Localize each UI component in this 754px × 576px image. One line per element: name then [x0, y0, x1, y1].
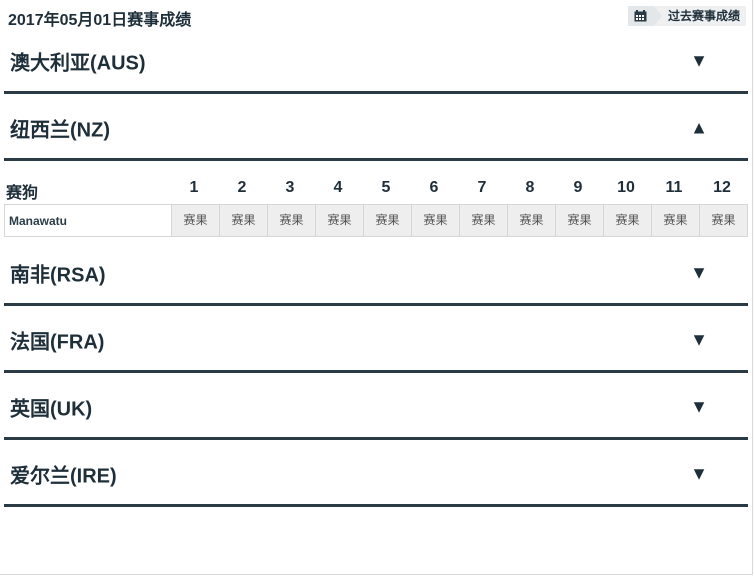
history-results-label: 过去赛事成绩: [653, 6, 746, 26]
country-row-fra[interactable]: 法国(FRA) ▼: [4, 309, 748, 373]
race-number: 11: [665, 179, 683, 196]
result-link[interactable]: 赛果: [411, 205, 459, 236]
country-name: 爱尔兰(IRE): [10, 465, 117, 487]
country-row-uk[interactable]: 英国(UK) ▼: [4, 376, 748, 440]
chevron-down-icon[interactable]: ▼: [690, 329, 708, 350]
chevron-up-icon[interactable]: ▲: [690, 117, 708, 138]
race-table-header: 赛狗 1 2 3 4 5 6 7 8 9 10 11 12: [4, 172, 748, 204]
history-results-button[interactable]: 过去赛事成绩: [627, 6, 746, 26]
result-link[interactable]: 赛果: [267, 205, 315, 236]
country-row-rsa[interactable]: 南非(RSA) ▼: [4, 242, 748, 306]
country-name: 法国(FRA): [10, 331, 105, 353]
country-row-ire[interactable]: 爱尔兰(IRE) ▼: [4, 443, 748, 507]
race-number: 2: [237, 179, 247, 196]
race-table-label: 赛狗: [6, 185, 39, 202]
race-number: 12: [713, 179, 731, 196]
calendar-icon: [627, 6, 662, 26]
track-name: Manawatu: [9, 214, 68, 228]
race-number: 7: [477, 179, 487, 196]
chevron-down-icon[interactable]: ▼: [690, 463, 708, 484]
chevron-down-icon[interactable]: ▼: [690, 262, 708, 283]
result-link[interactable]: 赛果: [651, 205, 699, 236]
result-link[interactable]: 赛果: [315, 205, 363, 236]
race-number: 5: [381, 179, 391, 196]
result-link[interactable]: 赛果: [555, 205, 603, 236]
result-link[interactable]: 赛果: [507, 205, 555, 236]
result-link[interactable]: 赛果: [699, 205, 747, 236]
result-link[interactable]: 赛果: [459, 205, 507, 236]
race-number: 9: [573, 179, 583, 196]
country-name: 英国(UK): [10, 398, 93, 420]
country-name: 南非(RSA): [10, 264, 106, 286]
country-row-nz[interactable]: 纽西兰(NZ) ▲: [4, 97, 748, 161]
race-table: 赛狗 1 2 3 4 5 6 7 8 9 10 11 12 Manawatu 赛…: [4, 172, 748, 237]
race-number: 1: [189, 179, 199, 196]
country-name: 澳大利亚(AUS): [10, 52, 146, 74]
race-number: 4: [333, 179, 343, 196]
country-name: 纽西兰(NZ): [10, 119, 110, 141]
result-link[interactable]: 赛果: [219, 205, 267, 236]
result-link[interactable]: 赛果: [171, 205, 219, 236]
result-link[interactable]: 赛果: [363, 205, 411, 236]
chevron-down-icon[interactable]: ▼: [690, 396, 708, 417]
race-number: 3: [285, 179, 295, 196]
page-title: 2017年05月01日赛事成绩: [8, 12, 192, 29]
chevron-down-icon[interactable]: ▼: [690, 50, 708, 71]
table-row: Manawatu 赛果 赛果 赛果 赛果 赛果 赛果 赛果 赛果 赛果 赛果 赛…: [4, 204, 748, 237]
result-link[interactable]: 赛果: [603, 205, 651, 236]
country-row-aus[interactable]: 澳大利亚(AUS) ▼: [4, 30, 748, 94]
race-number: 8: [525, 179, 535, 196]
race-number: 6: [429, 179, 439, 196]
race-number: 10: [617, 179, 635, 196]
